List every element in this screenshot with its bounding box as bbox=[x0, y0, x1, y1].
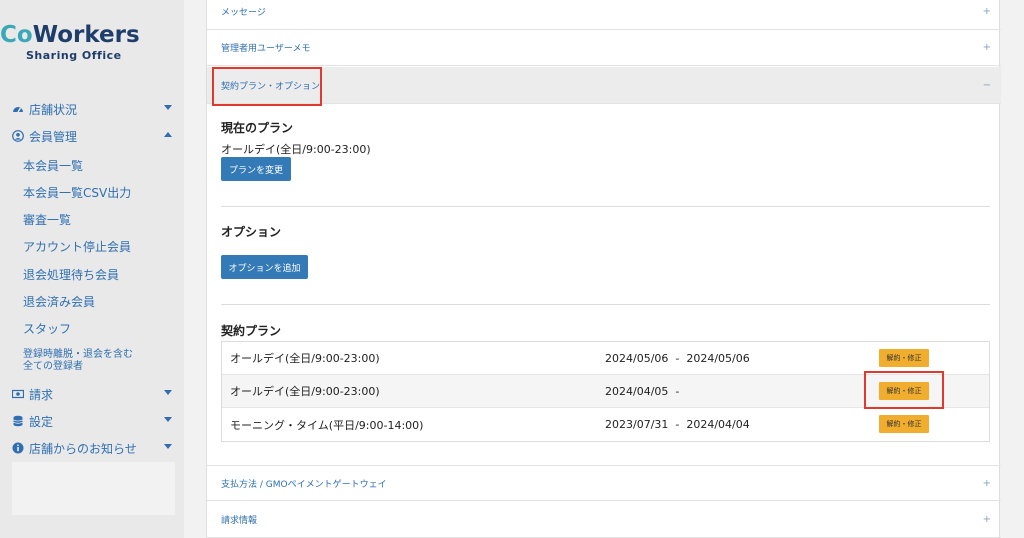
chevron-down-icon bbox=[164, 390, 172, 395]
logo-subtitle: Sharing Office bbox=[26, 49, 122, 62]
plan-dates: 2023/07/31 - 2024/04/04 bbox=[605, 418, 750, 431]
current-plan-value: オールデイ(全日/9:00-23:00) bbox=[221, 143, 371, 156]
sidebar-subitem-members[interactable]: 本会員一覧 bbox=[23, 157, 83, 174]
accordion-payment-method[interactable]: 支払方法 / GMOペイメントゲートウェイ + bbox=[207, 465, 1001, 501]
accordion-billing-info[interactable]: 請求情報 + bbox=[207, 502, 1001, 538]
sidebar-item-billing[interactable]: 請求 bbox=[12, 384, 176, 404]
chevron-down-icon bbox=[164, 417, 172, 422]
divider bbox=[221, 206, 990, 207]
sidebar-subitem-review[interactable]: 審査一覧 bbox=[23, 211, 71, 228]
accordion-label: 管理者用ユーザーメモ bbox=[221, 44, 311, 54]
plus-icon: + bbox=[982, 477, 991, 489]
cancel-modify-button[interactable]: 解約・修正 bbox=[879, 349, 929, 367]
plus-icon: + bbox=[982, 514, 991, 525]
sidebar-item-settings[interactable]: 設定 bbox=[12, 411, 176, 431]
divider bbox=[221, 304, 990, 305]
plus-icon: + bbox=[982, 42, 991, 53]
logo[interactable]: CoWorkers bbox=[0, 22, 184, 48]
sidebar-subitem-pending-withdrawal[interactable]: 退会処理待ち会員 bbox=[23, 266, 119, 283]
user-circle-icon bbox=[12, 130, 24, 142]
highlight-box bbox=[212, 67, 322, 106]
info-icon bbox=[12, 442, 24, 454]
sidebar-item-label: 請求 bbox=[29, 387, 54, 402]
main-panel: メッセージ + 管理者用ユーザーメモ + 契約プラン・オプション − 現在のプラ… bbox=[206, 0, 1001, 538]
sidebar-item-label: 店舗状況 bbox=[29, 102, 78, 117]
accordion-contract-plan[interactable]: 契約プラン・オプション − bbox=[207, 67, 1001, 104]
plus-icon: + bbox=[982, 6, 991, 17]
chevron-up-icon bbox=[164, 132, 172, 137]
chevron-down-icon bbox=[164, 444, 172, 449]
sidebar-item-store-notices[interactable]: 店舗からのお知らせ bbox=[12, 438, 176, 458]
change-plan-button[interactable]: プランを変更 bbox=[221, 157, 291, 181]
dashboard-icon bbox=[12, 103, 24, 115]
left-gutter bbox=[184, 0, 206, 538]
sidebar-subitem-members-csv[interactable]: 本会員一覧CSV出力 bbox=[23, 184, 131, 201]
database-icon bbox=[12, 415, 24, 427]
options-title: オプション bbox=[221, 225, 282, 239]
right-gutter bbox=[1000, 0, 1024, 538]
sidebar: CoWorkers Sharing Office 店舗状況 会員管理 本会員一覧… bbox=[0, 0, 184, 538]
money-icon bbox=[12, 388, 24, 400]
sidebar-subitem-staff[interactable]: スタッフ bbox=[23, 320, 71, 337]
current-plan-title: 現在のプラン bbox=[221, 121, 294, 135]
accordion-label: メッセージ bbox=[221, 8, 266, 18]
accordion-label: 支払方法 / GMOペイメントゲートウェイ bbox=[221, 479, 387, 490]
sidebar-item-label: 設定 bbox=[29, 414, 54, 429]
sidebar-empty-panel bbox=[12, 462, 175, 515]
sidebar-subitem-withdrawn[interactable]: 退会済み会員 bbox=[23, 293, 95, 310]
accordion-label: 請求情報 bbox=[221, 516, 258, 526]
add-option-button[interactable]: オプションを追加 bbox=[221, 255, 308, 279]
plan-name: オールデイ(全日/9:00-23:00) bbox=[230, 385, 380, 398]
chevron-down-icon bbox=[164, 105, 172, 110]
plan-dates: 2024/05/06 - 2024/05/06 bbox=[605, 351, 750, 365]
sidebar-subitem-suspended[interactable]: アカウント停止会員 bbox=[23, 238, 131, 255]
highlight-box bbox=[864, 371, 944, 409]
sidebar-item-label: 会員管理 bbox=[29, 129, 78, 144]
plan-name: モーニング・タイム(平日/9:00-14:00) bbox=[230, 418, 424, 432]
plan-name: オールデイ(全日/9:00-23:00) bbox=[230, 352, 380, 365]
sidebar-item-member-management[interactable]: 会員管理 bbox=[12, 126, 176, 146]
sidebar-item-store-status[interactable]: 店舗状況 bbox=[12, 99, 176, 119]
accordion-message[interactable]: メッセージ + bbox=[207, 0, 1001, 30]
minus-icon: − bbox=[982, 79, 991, 91]
accordion-admin-memo[interactable]: 管理者用ユーザーメモ + bbox=[207, 30, 1001, 66]
sidebar-item-label: 店舗からのお知らせ bbox=[29, 441, 137, 456]
table-row: モーニング・タイム(平日/9:00-14:00) 2023/07/31 - 20… bbox=[222, 408, 989, 441]
plan-dates: 2024/04/05 - bbox=[605, 384, 680, 398]
contract-plans-title: 契約プラン bbox=[221, 324, 282, 338]
sidebar-subitem-all-registrants[interactable]: 登録時離脱・退会を含む 全ての登録者 bbox=[23, 349, 153, 373]
cancel-modify-button[interactable]: 解約・修正 bbox=[879, 415, 929, 433]
